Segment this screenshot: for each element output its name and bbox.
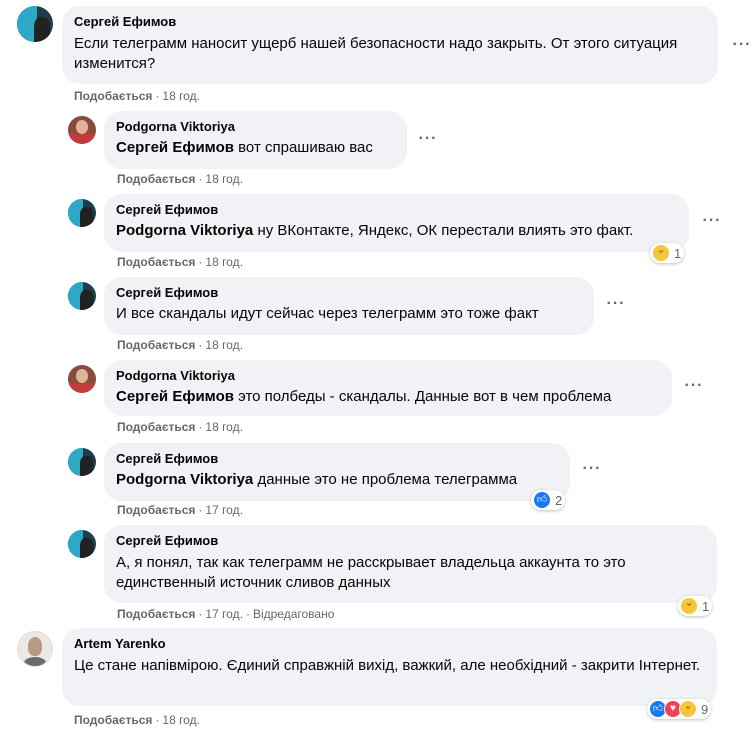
like-link[interactable]: Подобається [117,338,195,352]
comment-bubble: Сергей Ефимов Podgorna Viktoriya данные … [104,443,570,501]
timestamp[interactable]: 17 год. [205,607,243,621]
reactions-summary[interactable]: 👍︎ 2 [531,490,566,510]
more-options-icon[interactable]: ··· [698,210,726,238]
comment-bubble: Artem Yarenko Це стане напівмірою. Єдини… [62,628,717,706]
timestamp[interactable]: 18 год. [162,89,200,103]
reactions-summary[interactable]: ᵕ1 [678,596,713,616]
like-link[interactable]: Подобається [117,255,195,269]
comment-text: Podgorna Viktoriya ну ВКонтакте, Яндекс,… [116,222,634,239]
comment-meta: Подобається · 18 год. [117,172,243,186]
like-link[interactable]: Подобається [117,172,195,186]
comment-author[interactable]: Сергей Ефимов [74,14,706,30]
comment-meta: Подобається · 17 год. · Відредаговано [117,607,335,621]
timestamp[interactable]: 18 год. [205,172,243,186]
avatar[interactable] [68,448,96,476]
comment-text: Це стане напівмірою. Єдиний справжній ви… [74,657,701,674]
timestamp[interactable]: 18 год. [162,713,200,727]
reaction-count: 2 [555,492,563,508]
comment-author[interactable]: Podgorna Viktoriya [116,368,660,384]
haha-reaction-icon: ᵕ [680,597,698,615]
comment-author[interactable]: Сергей Ефимов [116,533,705,549]
like-link[interactable]: Подобається [117,420,195,434]
reaction-count: 1 [702,598,710,614]
mention-link[interactable]: Сергей Ефимов [116,139,234,156]
comment-author[interactable]: Сергей Ефимов [116,285,582,301]
like-link[interactable]: Подобається [117,607,195,621]
comment-author[interactable]: Сергей Ефимов [116,451,558,467]
comment-text: Podgorna Viktoriya данные это не проблем… [116,471,518,488]
avatar[interactable] [68,199,96,227]
mention-link[interactable]: Сергей Ефимов [116,388,234,405]
comment-text: А, я понял, так как телеграмм не расскры… [116,554,626,591]
haha-reaction-icon: ᵕ [652,244,670,262]
comment-meta: Подобається · 18 год. [74,89,200,103]
comment-meta: Подобається · 18 год. [117,255,243,269]
avatar[interactable] [17,6,53,42]
avatar[interactable] [68,530,96,558]
reaction-count: 9 [701,701,709,717]
more-options-icon[interactable]: ··· [728,34,753,62]
reactions-summary[interactable]: ᵕ1 [650,243,685,263]
comment-text: Если телеграмм наносит ущерб нашей безоп… [74,35,678,72]
comment-bubble: Сергей Ефимов И все скандалы идут сейчас… [104,277,594,335]
reactions-summary[interactable]: 👍︎ ♥ ᵕ 9 [647,699,712,719]
comment-author[interactable]: Podgorna Viktoriya [116,119,395,135]
more-options-icon[interactable]: ··· [578,458,606,486]
more-options-icon[interactable]: ··· [680,375,708,403]
comment-meta: Подобається · 18 год. [117,420,243,434]
reaction-count: 1 [674,245,682,261]
more-options-icon[interactable]: ··· [602,293,630,321]
timestamp[interactable]: 18 год. [205,338,243,352]
edited-label[interactable]: Відредаговано [253,607,334,621]
timestamp[interactable]: 18 год. [205,255,243,269]
comment-bubble: Podgorna Viktoriya Сергей Ефимов это пол… [104,360,672,416]
comment-meta: Подобається · 17 год. [117,503,243,517]
timestamp[interactable]: 18 год. [205,420,243,434]
comment-bubble: Podgorna Viktoriya Сергей Ефимов вот спр… [104,111,407,169]
comment-text: И все скандалы идут сейчас через телегра… [116,305,539,322]
more-options-icon[interactable]: ··· [414,128,442,156]
comment-text: Сергей Ефимов это полбеды - скандалы. Да… [116,388,612,405]
comment-bubble: Сергей Ефимов Если телеграмм наносит уще… [62,6,718,84]
timestamp[interactable]: 17 год. [205,503,243,517]
comment-bubble: Сергей Ефимов Podgorna Viktoriya ну ВКон… [104,194,689,252]
like-link[interactable]: Подобається [74,713,152,727]
avatar[interactable] [17,631,53,667]
like-link[interactable]: Подобається [74,89,152,103]
mention-link[interactable]: Podgorna Viktoriya [116,222,253,239]
comment-author[interactable]: Сергей Ефимов [116,202,677,218]
mention-link[interactable]: Podgorna Viktoriya [116,471,253,488]
comment-meta: Подобається · 18 год. [74,713,200,727]
avatar[interactable] [68,365,96,393]
comment-text: Сергей Ефимов вот спрашиваю вас [116,139,373,156]
haha-reaction-icon: ᵕ [679,700,697,718]
comment-bubble: Сергей Ефимов А, я понял, так как телегр… [104,525,717,603]
avatar[interactable] [68,282,96,310]
like-link[interactable]: Подобається [117,503,195,517]
avatar[interactable] [68,116,96,144]
comment-author[interactable]: Artem Yarenko [74,636,705,652]
comment-meta: Подобається · 18 год. [117,338,243,352]
like-reaction-icon: 👍︎ [533,491,551,509]
